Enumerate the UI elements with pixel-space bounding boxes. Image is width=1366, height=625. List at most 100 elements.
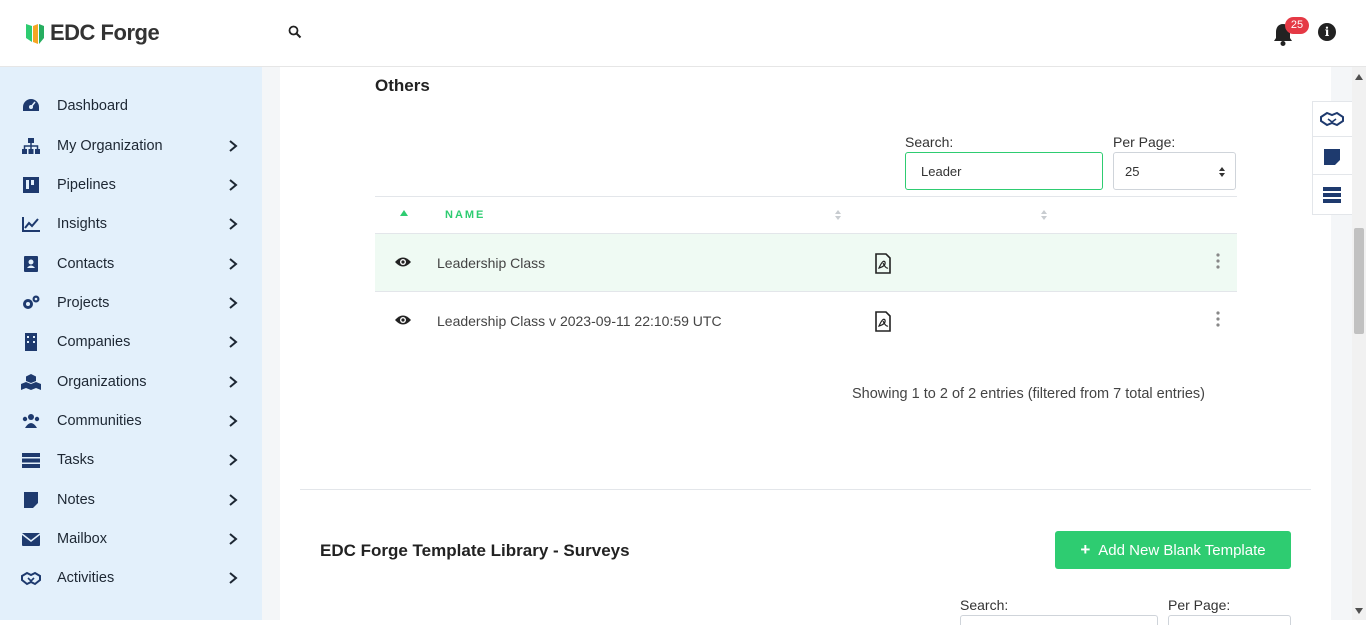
library-title: EDC Forge Template Library - Surveys — [320, 541, 630, 560]
cubes-icon — [21, 374, 41, 390]
sidebar-item-tasks[interactable]: Tasks — [0, 442, 262, 478]
chevron-right-icon — [229, 258, 238, 270]
top-bar: EDC Forge 25 i — [0, 0, 1366, 67]
plus-icon: + — [1080, 540, 1091, 559]
row-name[interactable]: Leadership Class — [437, 255, 545, 271]
sort-icon[interactable] — [1041, 210, 1047, 220]
search-input[interactable] — [905, 152, 1103, 190]
eye-icon[interactable] — [394, 313, 412, 327]
chevron-right-icon — [229, 140, 238, 152]
dashboard-gauge-icon — [23, 99, 39, 111]
per-page-select[interactable]: 25 — [1113, 152, 1236, 190]
library-per-page-label: Per Page: — [1168, 597, 1231, 613]
chevron-right-icon — [229, 454, 238, 466]
logo-mark-icon — [26, 24, 44, 44]
column-header-name[interactable]: NAME — [445, 209, 485, 221]
library-search-input[interactable] — [960, 615, 1158, 625]
chevron-right-icon — [229, 533, 238, 545]
server-list-icon — [1323, 187, 1341, 203]
chevron-right-icon — [229, 494, 238, 506]
sidebar-item-dashboard[interactable]: Dashboard — [0, 88, 262, 124]
note-icon — [1324, 148, 1340, 165]
sidebar-item-label: Notes — [57, 492, 95, 508]
contact-card-icon — [24, 256, 38, 272]
users-icon — [22, 414, 40, 428]
org-chart-icon — [22, 138, 40, 154]
section-divider — [300, 489, 1311, 490]
envelope-icon — [21, 533, 41, 546]
chevron-right-icon — [229, 572, 238, 584]
sidebar-item-label: Activities — [57, 570, 115, 586]
gears-icon — [23, 295, 40, 309]
sidebar-item-communities[interactable]: Communities — [0, 403, 262, 439]
sidebar: Dashboard My Organization Pipelines Insi… — [0, 67, 262, 620]
floating-notes-button[interactable] — [1312, 139, 1352, 175]
section-title: Others — [375, 76, 430, 95]
floating-list-button[interactable] — [1312, 177, 1352, 213]
sidebar-item-companies[interactable]: Companies — [0, 324, 262, 360]
sidebar-item-label: Mailbox — [57, 531, 107, 547]
handshake-icon — [21, 571, 41, 586]
sidebar-item-activities[interactable]: Activities — [0, 560, 262, 596]
chevron-right-icon — [229, 415, 238, 427]
chevron-right-icon — [229, 376, 238, 388]
sidebar-item-notes[interactable]: Notes — [0, 482, 262, 518]
line-chart-icon — [22, 217, 40, 232]
add-button-label: Add New Blank Template — [1098, 541, 1266, 559]
entries-info: Showing 1 to 2 of 2 entries (filtered fr… — [852, 386, 1206, 402]
library-per-page-select[interactable] — [1168, 615, 1291, 625]
logo-text: EDC Forge — [50, 20, 160, 45]
sidebar-item-label: Insights — [57, 216, 107, 232]
chevron-right-icon — [229, 336, 238, 348]
chevron-right-icon — [229, 179, 238, 191]
sidebar-item-label: Projects — [57, 295, 110, 311]
sidebar-item-label: My Organization — [57, 138, 163, 154]
more-options-icon[interactable] — [1215, 311, 1221, 327]
floating-activities-button[interactable] — [1312, 101, 1352, 137]
chevron-right-icon — [229, 218, 238, 230]
library-search-label: Search: — [960, 597, 1009, 613]
sidebar-item-my-organization[interactable]: My Organization — [0, 128, 262, 164]
pdf-file-icon[interactable] — [874, 253, 892, 274]
sort-asc-icon[interactable] — [400, 210, 408, 216]
sidebar-item-pipelines[interactable]: Pipelines — [0, 167, 262, 203]
sidebar-item-organizations[interactable]: Organizations — [0, 364, 262, 400]
sidebar-item-label: Tasks — [57, 452, 95, 468]
notification-badge: 25 — [1285, 17, 1309, 34]
sidebar-item-label: Communities — [57, 413, 142, 429]
scroll-down-arrow-icon[interactable] — [1355, 608, 1363, 614]
table-row[interactable]: Leadership Class — [375, 234, 1237, 292]
scrollbar[interactable] — [1352, 67, 1366, 620]
kanban-icon — [23, 177, 39, 193]
sidebar-item-label: Companies — [57, 334, 131, 350]
scroll-up-arrow-icon[interactable] — [1355, 74, 1363, 80]
sidebar-item-label: Dashboard — [57, 98, 128, 114]
more-options-icon[interactable] — [1215, 253, 1221, 269]
pdf-file-icon[interactable] — [874, 311, 892, 332]
sidebar-item-projects[interactable]: Projects — [0, 285, 262, 321]
chevron-right-icon — [229, 297, 238, 309]
logo[interactable]: EDC Forge — [24, 20, 160, 46]
building-icon — [25, 333, 37, 351]
per-page-label: Per Page: — [1113, 134, 1176, 150]
sidebar-item-mailbox[interactable]: Mailbox — [0, 521, 262, 557]
sidebar-item-insights[interactable]: Insights — [0, 206, 262, 242]
sort-icon[interactable] — [835, 210, 841, 220]
sticky-note-icon — [24, 492, 38, 508]
eye-icon[interactable] — [394, 255, 412, 269]
select-arrows-icon — [1219, 167, 1225, 177]
search-icon[interactable] — [288, 25, 302, 39]
table-row[interactable]: Leadership Class v 2023-09-11 22:10:59 U… — [375, 292, 1237, 350]
sidebar-item-contacts[interactable]: Contacts — [0, 246, 262, 282]
tasks-icon — [22, 453, 40, 468]
sidebar-item-label: Pipelines — [57, 177, 116, 193]
scrollbar-thumb[interactable] — [1354, 228, 1364, 334]
row-name[interactable]: Leadership Class v 2023-09-11 22:10:59 U… — [437, 313, 722, 329]
sidebar-item-label: Contacts — [57, 256, 115, 272]
info-icon[interactable]: i — [1318, 23, 1336, 41]
sidebar-item-label: Organizations — [57, 374, 147, 390]
search-label: Search: — [905, 134, 954, 150]
table-header: NAME — [375, 196, 1237, 234]
add-new-blank-template-button[interactable]: + Add New Blank Template — [1055, 531, 1291, 569]
handshake-icon — [1320, 111, 1344, 126]
